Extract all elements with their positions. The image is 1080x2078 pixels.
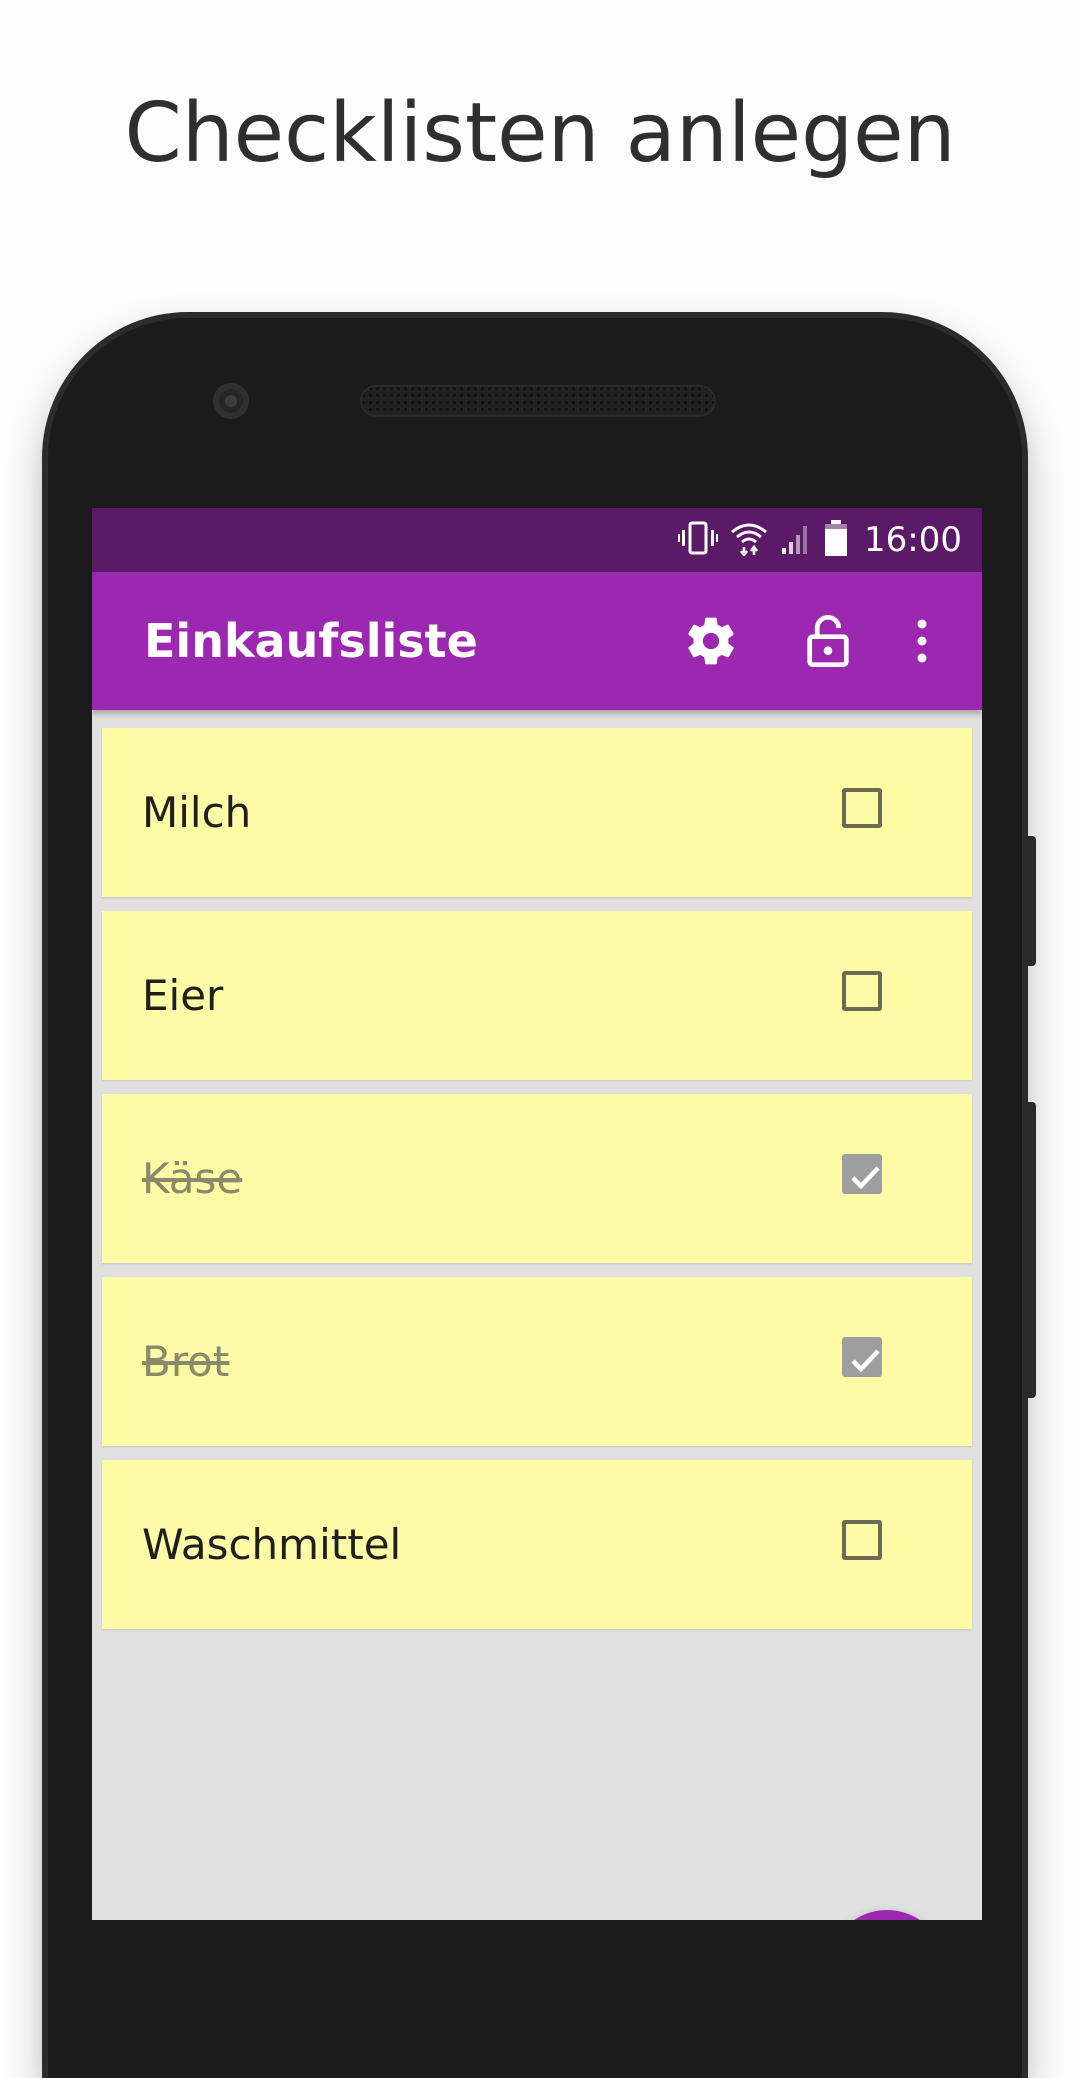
volume-button: [1024, 1102, 1036, 1398]
item-checkbox[interactable]: [842, 1337, 882, 1377]
item-label: Brot: [142, 1337, 230, 1386]
add-item-fab[interactable]: [828, 1910, 946, 1920]
checkmark-icon: [851, 1166, 880, 1190]
item-checkbox[interactable]: [842, 1520, 882, 1560]
item-checkbox[interactable]: [842, 788, 882, 828]
checklist-item-milch[interactable]: Milch: [102, 728, 972, 897]
earpiece-speaker: [360, 385, 716, 417]
item-label: Waschmittel: [142, 1520, 402, 1569]
checklist-item-eier[interactable]: Eier: [102, 911, 972, 1080]
item-label: Eier: [142, 971, 224, 1020]
item-label: Milch: [142, 788, 252, 837]
checklist-item-waschmittel[interactable]: Waschmittel: [102, 1460, 972, 1629]
promo-headline: Checklisten anlegen: [124, 86, 956, 181]
app-title: Einkaufsliste: [144, 614, 478, 668]
power-button: [1024, 836, 1036, 966]
checklist: Milch Eier Käse Brot Waschmittel: [102, 728, 972, 1643]
checklist-item-kaese[interactable]: Käse: [102, 1094, 972, 1263]
item-checkbox[interactable]: [842, 1154, 882, 1194]
battery-icon: [824, 519, 848, 561]
vibrate-icon: [678, 520, 719, 560]
front-camera: [213, 383, 249, 419]
lock-toggle-button[interactable]: [794, 607, 862, 675]
checklist-item-brot[interactable]: Brot: [102, 1277, 972, 1446]
status-bar: 16:00: [92, 508, 982, 572]
settings-button[interactable]: [677, 607, 745, 675]
more-vert-icon: [917, 619, 927, 663]
checkmark-icon: [851, 1349, 880, 1373]
app-bar: Einkaufsliste: [92, 572, 982, 710]
item-label: Käse: [142, 1154, 243, 1203]
phone-screen: 16:00 Einkaufsliste Milch Eier Käse Brot…: [92, 508, 982, 1920]
item-checkbox[interactable]: [842, 971, 882, 1011]
unlock-icon: [807, 615, 849, 668]
settings-icon: [688, 617, 734, 665]
overflow-menu-button[interactable]: [897, 607, 947, 675]
signal-icon: [780, 520, 812, 560]
status-time: 16:00: [864, 520, 962, 560]
wifi-icon: [730, 520, 768, 560]
